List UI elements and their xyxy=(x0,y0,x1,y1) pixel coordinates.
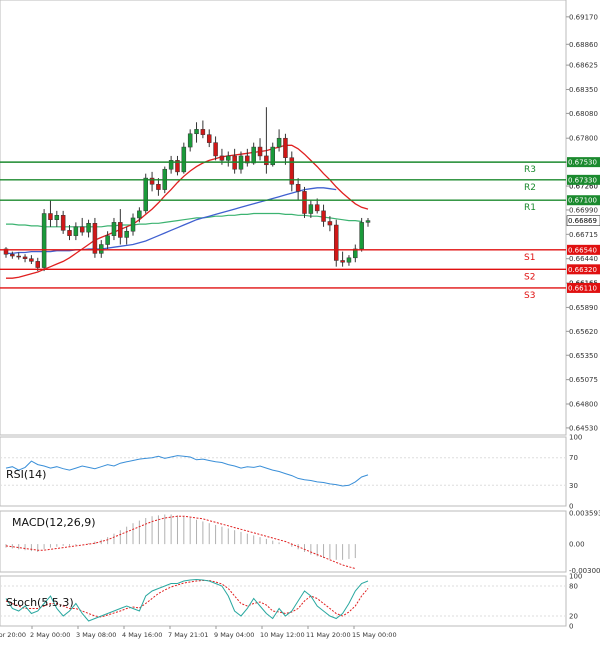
stoch-tick-label: 100 xyxy=(569,573,582,581)
candle-body xyxy=(22,256,28,259)
price-tick-label: 0.69170 xyxy=(569,13,598,21)
time-tick-label: 15 May 00:00 xyxy=(352,631,397,639)
stoch-tick-label: 20 xyxy=(569,613,578,621)
candle-body xyxy=(143,177,148,212)
candle-body xyxy=(111,222,117,236)
candle-body xyxy=(213,142,218,157)
price-tick-label: 0.65350 xyxy=(569,352,598,360)
candle-body xyxy=(327,221,333,226)
candle-body xyxy=(86,223,91,233)
candle-body xyxy=(206,134,212,143)
price-tick-label: 0.65075 xyxy=(569,376,598,384)
candle-body xyxy=(137,210,142,219)
candle-body xyxy=(156,184,161,190)
macd-tick-label: 0.003593 xyxy=(569,509,600,517)
candle-body xyxy=(302,191,307,214)
time-tick-label: Apr 20:00 xyxy=(0,631,26,639)
level-name-r3: R3 xyxy=(524,165,536,175)
candle-body xyxy=(251,146,256,164)
candle-body xyxy=(219,155,225,161)
time-tick-label: 3 May 08:00 xyxy=(76,631,116,639)
rsi-tick-label: 70 xyxy=(569,454,578,462)
price-tick-label: 0.66990 xyxy=(569,206,598,214)
stoch-title: Stoch(5,5,3) xyxy=(6,596,74,609)
candle-body xyxy=(359,222,364,250)
time-tick-label: 7 May 21:01 xyxy=(168,631,208,639)
stoch-tick-label: 0 xyxy=(569,623,573,631)
candle-body xyxy=(35,261,41,268)
level-name-s2: S2 xyxy=(524,272,535,282)
level-price-label: 0.67530 xyxy=(568,159,597,167)
candle-body xyxy=(295,184,301,192)
price-tick-label: 0.67800 xyxy=(569,135,598,143)
candle-body xyxy=(308,204,314,214)
level-price-label: 0.66540 xyxy=(568,246,597,254)
price-tick-label: 0.68860 xyxy=(569,41,598,49)
price-tick-label: 0.68080 xyxy=(569,110,598,118)
rsi-tick-label: 100 xyxy=(569,434,582,442)
stoch-tick-label: 80 xyxy=(569,583,578,591)
candle-body xyxy=(48,213,53,220)
candle-body xyxy=(200,129,206,135)
rsi-title: RSI(14) xyxy=(6,468,46,481)
candle-body xyxy=(67,230,72,236)
rsi-tick-label: 30 xyxy=(569,482,578,490)
candle-body xyxy=(105,235,110,245)
macd-title: MACD(12,26,9) xyxy=(12,516,96,529)
time-tick-label: 10 May 12:00 xyxy=(260,631,305,639)
macd-tick-label: 0.00 xyxy=(569,541,585,549)
candle-body xyxy=(60,215,66,231)
candle-body xyxy=(276,137,282,148)
price-tick-label: 0.66715 xyxy=(569,231,598,239)
time-tick-label: 2 May 00:00 xyxy=(30,631,70,639)
last-price-label: 0.66869 xyxy=(568,217,597,225)
candle-body xyxy=(264,155,269,166)
price-tick-label: 0.68625 xyxy=(569,62,598,70)
candle-body xyxy=(130,217,136,232)
candle-body xyxy=(41,213,47,268)
candle-body xyxy=(346,257,352,263)
forex-chart: 0.69170 0.68860 0.68625 0.68350 0.68080 0.678… xyxy=(0,0,600,648)
level-name-r1: R1 xyxy=(524,203,536,213)
candle-body xyxy=(333,224,339,261)
time-tick-label: 9 May 04:00 xyxy=(214,631,254,639)
candle-body xyxy=(257,146,263,157)
candle-body xyxy=(314,204,320,212)
price-tick-label: 0.65890 xyxy=(569,304,598,312)
candle-body xyxy=(118,222,123,238)
price-tick-label: 0.68350 xyxy=(569,86,598,94)
candle-body xyxy=(149,177,155,185)
candle-body xyxy=(79,226,85,233)
level-name-s1: S1 xyxy=(524,253,535,263)
candle-body xyxy=(99,244,104,254)
candle-body xyxy=(16,255,21,258)
candle-body xyxy=(187,133,193,148)
candle-body xyxy=(194,129,199,135)
price-tick-label: 0.65620 xyxy=(569,328,598,336)
candle-body xyxy=(29,258,34,262)
price-tick-label: 0.64800 xyxy=(569,400,598,408)
candle-body xyxy=(226,155,231,161)
level-price-label: 0.67330 xyxy=(568,176,597,184)
candle-body xyxy=(92,223,98,254)
candle-body xyxy=(54,215,60,220)
price-tick-label: 0.66440 xyxy=(569,255,598,263)
candle-body xyxy=(10,254,15,257)
price-tick-label: 0.64530 xyxy=(569,424,598,432)
candle-body xyxy=(340,260,345,263)
candle-body xyxy=(73,226,79,236)
time-tick-label: 4 May 16:00 xyxy=(122,631,162,639)
level-price-label: 0.66320 xyxy=(568,266,597,274)
candle-body xyxy=(283,137,288,158)
chart-background xyxy=(0,0,600,648)
level-name-r2: R2 xyxy=(524,183,536,193)
time-tick-label: 11 May 20:00 xyxy=(306,631,351,639)
candle-body xyxy=(124,230,129,238)
candle-body xyxy=(321,210,326,222)
level-name-s3: S3 xyxy=(524,291,535,301)
candle-body xyxy=(365,220,371,223)
level-price-label: 0.66110 xyxy=(568,284,597,292)
level-price-label: 0.67100 xyxy=(568,197,597,205)
candle-body xyxy=(181,146,187,173)
